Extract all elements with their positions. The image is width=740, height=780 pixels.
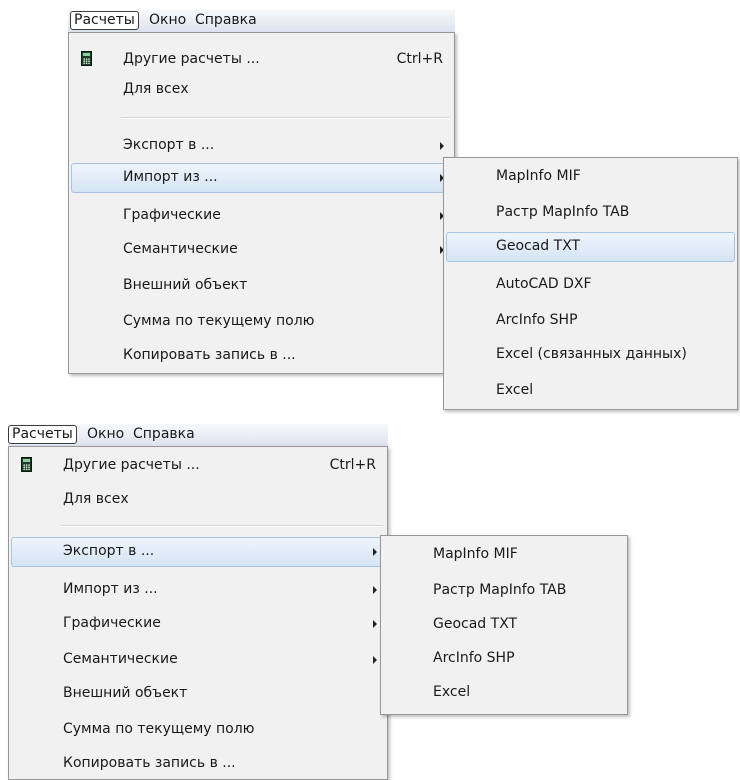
import-submenu: MapInfo MIF Растр MapInfo TAB Geocad TXT… <box>443 157 738 410</box>
menu-bar: Расчеты Окно Справка <box>68 10 455 33</box>
menubar-item-calculations[interactable]: Расчеты <box>70 11 139 30</box>
menu-item-external-object[interactable]: Внешний объект <box>71 271 452 301</box>
menubar-item-calculations[interactable]: Расчеты <box>8 425 77 444</box>
menu-item-semantic[interactable]: Семантические <box>71 235 452 265</box>
menu-separator <box>61 525 383 527</box>
submenu-arrow-icon <box>440 142 444 150</box>
import-item-excel-linked[interactable]: Excel (связанных данных) <box>446 340 735 370</box>
import-item-mapinfo-mif[interactable]: MapInfo MIF <box>446 162 735 192</box>
export-submenu: MapInfo MIF Растр MapInfo TAB Geocad TXT… <box>380 535 628 715</box>
export-item-arcinfo-shp[interactable]: ArcInfo SHP <box>383 644 625 674</box>
export-item-mapinfo-mif[interactable]: MapInfo MIF <box>383 540 625 570</box>
menubar-item-window[interactable]: Окно <box>84 425 127 444</box>
calculator-icon <box>21 457 32 472</box>
menu-item-semantic[interactable]: Семантические <box>11 645 385 675</box>
screenshot-export: Расчеты Окно Справка Другие расчеты ... … <box>0 420 740 780</box>
menu-item-for-all[interactable]: Для всех <box>71 75 452 105</box>
menu-item-for-all[interactable]: Для всех <box>11 485 385 515</box>
screenshot-import: Расчеты Окно Справка Другие расчеты ... … <box>0 0 740 412</box>
submenu-arrow-icon <box>373 548 377 556</box>
shortcut-label: Ctrl+R <box>396 51 443 67</box>
submenu-arrow-icon <box>373 586 377 594</box>
calculator-icon <box>81 51 92 66</box>
menu-item-graphic[interactable]: Графические <box>71 201 452 231</box>
submenu-arrow-icon <box>373 620 377 628</box>
menu-item-import[interactable]: Импорт из ... <box>71 163 452 193</box>
menubar-item-help[interactable]: Справка <box>130 425 198 444</box>
menubar-item-window[interactable]: Окно <box>146 11 189 30</box>
export-item-geocad-txt[interactable]: Geocad TXT <box>383 610 625 640</box>
menu-item-export[interactable]: Экспорт в ... <box>71 131 452 161</box>
export-item-raster-mapinfo-tab[interactable]: Растр MapInfo TAB <box>383 576 625 606</box>
menu-item-external-object[interactable]: Внешний объект <box>11 679 385 709</box>
export-item-excel[interactable]: Excel <box>383 678 625 708</box>
menu-separator <box>121 117 450 119</box>
import-item-geocad-txt[interactable]: Geocad TXT <box>446 232 735 262</box>
menu-item-copy-record[interactable]: Копировать запись в ... <box>71 341 452 371</box>
calculations-menu: Другие расчеты ... Ctrl+R Для всех Экспо… <box>8 446 388 780</box>
menu-item-sum-current-field[interactable]: Сумма по текущему полю <box>11 715 385 745</box>
menu-item-graphic[interactable]: Графические <box>11 609 385 639</box>
menu-item-export[interactable]: Экспорт в ... <box>11 537 385 567</box>
menu-bar: Расчеты Окно Справка <box>8 424 388 447</box>
menu-item-copy-record[interactable]: Копировать запись в ... <box>11 749 385 779</box>
import-item-excel[interactable]: Excel <box>446 376 735 406</box>
import-item-arcinfo-shp[interactable]: ArcInfo SHP <box>446 306 735 336</box>
menu-item-sum-current-field[interactable]: Сумма по текущему полю <box>71 307 452 337</box>
import-item-autocad-dxf[interactable]: AutoCAD DXF <box>446 270 735 300</box>
import-item-raster-mapinfo-tab[interactable]: Растр MapInfo TAB <box>446 198 735 228</box>
menu-item-other-calculations[interactable]: Другие расчеты ... Ctrl+R <box>11 451 385 481</box>
menubar-item-help[interactable]: Справка <box>192 11 260 30</box>
calculations-menu: Другие расчеты ... Ctrl+R Для всех Экспо… <box>68 32 455 374</box>
submenu-arrow-icon <box>373 656 377 664</box>
shortcut-label: Ctrl+R <box>329 457 376 473</box>
menu-item-other-calculations[interactable]: Другие расчеты ... Ctrl+R <box>71 45 452 75</box>
menu-item-import[interactable]: Импорт из ... <box>11 575 385 605</box>
